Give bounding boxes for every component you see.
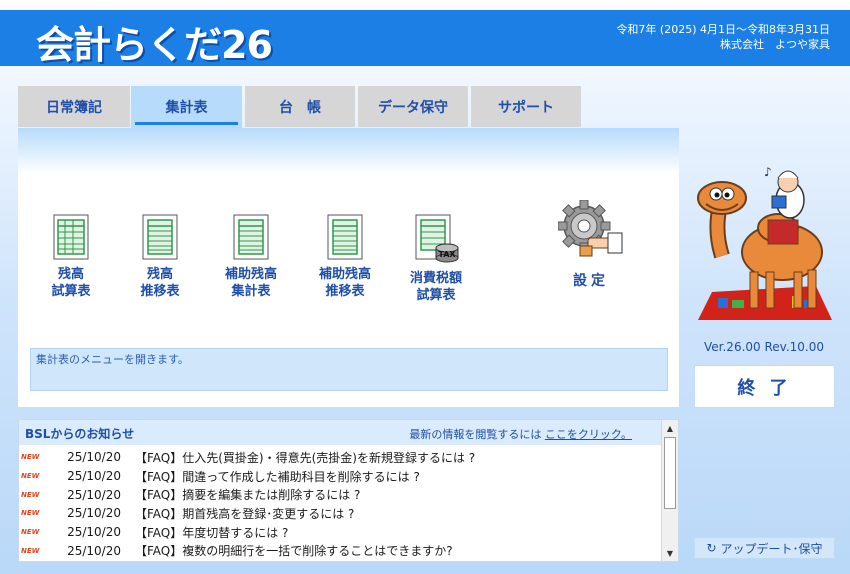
tab-daily-bookkeeping[interactable]: 日常簿記 bbox=[18, 86, 130, 127]
news-header: BSLからのお知らせ 最新の情報を閲覧するには ここをクリック。 bbox=[19, 420, 662, 445]
tab-summary[interactable]: 集計表 bbox=[131, 86, 242, 128]
list-sheet-icon bbox=[233, 214, 269, 260]
news-item[interactable]: NEW 25/10/20 【FAQ】間違って作成した補助科目を削除するには ? bbox=[21, 467, 661, 486]
news-link-prefix: 最新の情報を閲覧するには bbox=[409, 428, 542, 441]
menu-sub-balance-summary[interactable]: 補助残高 集計表 bbox=[206, 214, 296, 300]
menu-sub-balance-trend[interactable]: 補助残高 推移表 bbox=[300, 214, 390, 300]
news-list: NEW 25/10/20 【FAQ】仕入先(買掛金)・得意先(売掛金)を新規登録する… bbox=[21, 448, 661, 560]
gear-hand-icon bbox=[557, 199, 623, 257]
news-date: 25/10/20 bbox=[67, 506, 121, 521]
scroll-thumb[interactable] bbox=[664, 437, 676, 509]
new-badge: NEW bbox=[21, 546, 40, 555]
news-text: 【FAQ】期首残高を登録･変更するには ? bbox=[135, 506, 355, 521]
spreadsheet-icon bbox=[53, 214, 89, 260]
menu-label: 残高 推移表 bbox=[140, 267, 180, 299]
menu-label: 補助残高 集計表 bbox=[224, 267, 277, 299]
menu-label: 消費税額 試算表 bbox=[409, 271, 462, 303]
version-label: Ver.26.00 Rev.10.00 bbox=[704, 340, 824, 354]
news-scrollbar[interactable]: ▲ ▼ bbox=[661, 420, 678, 561]
news-date: 25/10/20 bbox=[67, 543, 121, 558]
settings-button[interactable]: 設定 bbox=[556, 199, 626, 290]
tax-sheet-icon: TAX bbox=[415, 214, 459, 263]
news-link-prompt: 最新の情報を閲覧するには ここをクリック。 bbox=[409, 426, 632, 442]
news-text: 【FAQ】仕入先(買掛金)・得意先(売掛金)を新規登録するには ? bbox=[135, 450, 476, 465]
news-item[interactable]: NEW 25/10/20 【FAQ】年度切替するには ? bbox=[21, 523, 661, 542]
svg-text:TAX: TAX bbox=[438, 250, 456, 259]
new-badge: NEW bbox=[21, 453, 40, 462]
news-item[interactable]: NEW 25/10/20 【FAQ】期首残高を登録･変更するには ? bbox=[21, 504, 661, 523]
news-item[interactable]: NEW 25/10/20 【FAQ】仕入先(買掛金)・得意先(売掛金)を新規登録する… bbox=[21, 448, 661, 467]
tab-support[interactable]: サポート bbox=[471, 86, 581, 127]
tab-data-maintenance[interactable]: データ保守 bbox=[358, 86, 468, 127]
news-title: BSLからのお知らせ bbox=[25, 427, 135, 441]
menu-trial-balance[interactable]: 残高 試算表 bbox=[26, 214, 116, 300]
summary-panel: 残高 試算表 残高 推移表 補助残高 集計表 補助残高 推移表 TAX 消費税額… bbox=[18, 128, 679, 407]
update-maintenance-button[interactable]: ↻ アップデート･保守 bbox=[694, 537, 835, 559]
menu-balance-trend[interactable]: 残高 推移表 bbox=[115, 214, 205, 300]
list-sheet-icon bbox=[142, 214, 178, 260]
fiscal-info: 令和7年 (2025) 4月1日～令和8年3月31日 株式会社 よつや家具 bbox=[616, 22, 830, 52]
news-text: 【FAQ】年度切替するには ? bbox=[135, 525, 289, 540]
menu-label: 補助残高 推移表 bbox=[318, 267, 371, 299]
news-text: 【FAQ】複数の明細行を一括で削除することはできますか? bbox=[135, 544, 453, 559]
refresh-icon: ↻ bbox=[706, 541, 717, 555]
news-date: 25/10/20 bbox=[67, 450, 121, 465]
fiscal-period: 令和7年 (2025) 4月1日～令和8年3月31日 bbox=[616, 23, 830, 36]
app-logo: 会計らくだ26 bbox=[36, 23, 273, 67]
news-link[interactable]: ここをクリック。 bbox=[545, 428, 632, 441]
company-name: 株式会社 よつや家具 bbox=[720, 38, 830, 51]
settings-label: 設定 bbox=[573, 273, 609, 289]
news-date: 25/10/20 bbox=[67, 487, 121, 502]
camel-mascot-icon: ♪ bbox=[697, 165, 832, 320]
scroll-up-icon[interactable]: ▲ bbox=[662, 420, 678, 436]
news-item[interactable]: NEW 25/10/20 【FAQ】摘要を編集または削除するには ? bbox=[21, 485, 661, 504]
exit-button[interactable]: 終 了 bbox=[694, 365, 835, 408]
tab-ledger[interactable]: 台 帳 bbox=[245, 86, 355, 127]
new-badge: NEW bbox=[21, 509, 40, 518]
new-badge: NEW bbox=[21, 528, 40, 537]
update-label: アップデート･保守 bbox=[720, 541, 823, 556]
list-sheet-icon bbox=[327, 214, 363, 260]
menu-consumption-tax[interactable]: TAX 消費税額 試算表 bbox=[391, 214, 481, 304]
news-date: 25/10/20 bbox=[67, 525, 121, 540]
scroll-down-icon[interactable]: ▼ bbox=[662, 545, 678, 561]
status-message: 集計表のメニューを開きます。 bbox=[30, 348, 668, 391]
news-text: 【FAQ】間違って作成した補助科目を削除するには ? bbox=[135, 469, 420, 484]
svg-text:♪: ♪ bbox=[764, 165, 772, 179]
new-badge: NEW bbox=[21, 490, 40, 499]
menu-label: 残高 試算表 bbox=[51, 267, 91, 299]
news-text: 【FAQ】摘要を編集または削除するには ? bbox=[135, 488, 361, 503]
news-date: 25/10/20 bbox=[67, 469, 121, 484]
app-header: 会計らくだ26 令和7年 (2025) 4月1日～令和8年3月31日 株式会社 … bbox=[0, 10, 850, 67]
news-panel: BSLからのお知らせ 最新の情報を閲覧するには ここをクリック。 NEW 25/1… bbox=[18, 419, 679, 562]
new-badge: NEW bbox=[21, 472, 40, 481]
news-item[interactable]: NEW 25/10/20 【FAQ】複数の明細行を一括で削除することはできますか? bbox=[21, 541, 661, 560]
